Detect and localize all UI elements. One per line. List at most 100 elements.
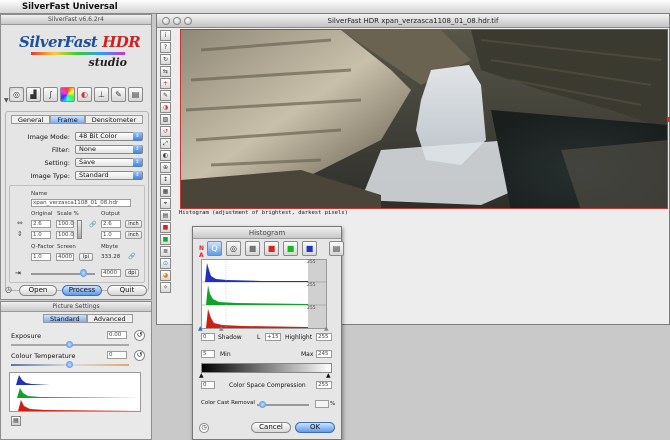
exposure-field[interactable]: 0.00 — [107, 331, 127, 339]
open-button[interactable]: Open — [19, 285, 57, 296]
csc-low-marker-icon[interactable]: ▲ — [199, 372, 204, 379]
histogram-green-channel — [202, 285, 308, 305]
csc-high-marker-icon[interactable]: ▲ — [326, 372, 331, 379]
dpi-field[interactable]: 4000 — [101, 269, 121, 277]
color-correction-icon[interactable] — [60, 87, 75, 102]
scale-width-field[interactable]: 100.0 — [56, 220, 74, 228]
dpi-unit-select[interactable]: dpi — [125, 269, 139, 277]
channel-blue-icon[interactable]: ■ — [302, 241, 317, 256]
ccr-slider-thumb[interactable] — [259, 401, 266, 408]
histogram-tool-icon[interactable]: ▟ — [26, 87, 41, 102]
original-height-field[interactable]: 1.0 — [31, 231, 51, 239]
output-width-field[interactable]: 2.6 — [101, 220, 121, 228]
ok-button[interactable]: OK — [295, 422, 335, 433]
tab-densitometer[interactable]: Densitometer — [84, 115, 144, 124]
exposure-slider-thumb[interactable] — [66, 341, 73, 348]
lock-icon[interactable]: 🔗 — [128, 253, 135, 260]
dust-icon[interactable]: ✧ — [160, 282, 171, 293]
qfactor-field[interactable]: 1.0 — [31, 253, 51, 261]
min-field[interactable]: 5 — [201, 350, 215, 358]
scale-slider[interactable] — [77, 220, 82, 239]
layers-icon[interactable]: ≣ — [160, 246, 171, 257]
max-field[interactable]: 245 — [316, 350, 332, 358]
expand-icon[interactable]: ⤢ — [160, 138, 171, 149]
densitometer-icon[interactable]: ⊕ — [160, 162, 171, 173]
flip-icon[interactable]: ⇆ — [160, 66, 171, 77]
reset-icon[interactable]: ↺ — [160, 126, 171, 137]
zoom-tool-icon[interactable]: ⊙ — [160, 258, 171, 269]
screen-field[interactable]: 4000 — [56, 253, 74, 261]
pipette-icon[interactable]: ⌖ — [160, 198, 171, 209]
midtone-icon[interactable]: ◐ — [160, 150, 171, 161]
image-type-select[interactable]: Standard ⇕ — [75, 171, 143, 180]
colour-temperature-slider-thumb[interactable] — [66, 361, 73, 368]
unit-height-select[interactable]: inch — [125, 231, 142, 239]
collapse-triangle-icon[interactable]: ▼ — [4, 97, 9, 104]
sharpen-icon[interactable]: ⊥ — [94, 87, 109, 102]
scale-height-field[interactable]: 100.0 — [56, 231, 74, 239]
name-field[interactable]: xpan_verzasca1108_01_08.hdr — [31, 199, 131, 207]
cancel-button[interactable]: Cancel — [251, 422, 291, 433]
original-width-field[interactable]: 2.6 — [31, 220, 51, 228]
grid-icon[interactable]: ▦ — [160, 186, 171, 197]
l-field[interactable]: +15 — [265, 333, 281, 341]
exposure-reset-icon[interactable]: ↺ — [134, 330, 145, 341]
tab-advanced[interactable]: Advanced — [86, 314, 133, 323]
gradation-curve-icon[interactable]: ∫ — [43, 87, 58, 102]
channel-green-icon[interactable]: ■ — [283, 241, 298, 256]
crosshair-icon[interactable]: + — [160, 78, 171, 89]
app-menu[interactable]: SilverFast Universal — [22, 0, 118, 14]
preview-image[interactable] — [180, 29, 668, 209]
print-icon[interactable]: ▤ — [160, 210, 171, 221]
histogram-auto-icon[interactable]: ◎ — [226, 241, 241, 256]
highlight-marker-icon[interactable]: ▲ — [324, 325, 329, 332]
image-mode-select[interactable]: 48 Bit Color ⇕ — [75, 132, 143, 141]
highlight-field[interactable]: 255 — [316, 333, 332, 341]
histogram-options-icon[interactable]: ▤ — [329, 241, 344, 256]
red-square-icon[interactable]: ■ — [160, 222, 171, 233]
quit-button[interactable]: Quit — [107, 285, 147, 296]
rotate-icon[interactable]: ↻ — [160, 54, 171, 65]
help-icon[interactable]: ? — [160, 42, 171, 53]
screen-label: Screen — [57, 244, 76, 250]
colour-temperature-field[interactable]: 0 — [107, 351, 127, 359]
green-square-icon[interactable]: ■ — [160, 234, 171, 245]
logo-product: HDR — [102, 33, 141, 51]
colour-temperature-reset-icon[interactable]: ↺ — [134, 350, 145, 361]
mask-icon[interactable]: ▨ — [160, 114, 171, 125]
channel-gray-icon[interactable]: ■ — [245, 241, 260, 256]
histogram-graph[interactable] — [201, 259, 327, 329]
process-button[interactable]: Process — [62, 285, 102, 296]
csc-high-field[interactable]: 255 — [316, 381, 332, 389]
setting-select[interactable]: Save ⇕ — [75, 158, 143, 167]
eyedropper-icon[interactable]: ✎ — [160, 90, 171, 101]
channel-red-icon[interactable]: ■ — [264, 241, 279, 256]
screen-unit-select[interactable]: lpi — [79, 253, 93, 261]
tab-frame[interactable]: Frame — [50, 115, 85, 124]
unit-width-select[interactable]: inch — [125, 220, 142, 228]
shadow-field[interactable]: 0 — [201, 333, 215, 341]
filter-select[interactable]: None ⇕ — [75, 145, 143, 154]
tab-standard[interactable]: Standard — [43, 314, 87, 323]
resolution-slider-thumb[interactable] — [80, 269, 87, 277]
shadow-marker-icon[interactable]: ▲ — [198, 325, 203, 332]
info-icon[interactable]: i — [160, 30, 171, 41]
csc-low-field[interactable]: 0 — [201, 381, 215, 389]
print-icon[interactable]: ▤ — [128, 87, 143, 102]
color-icon[interactable]: ◕ — [160, 270, 171, 281]
tab-general[interactable]: General — [10, 115, 51, 124]
help-icon[interactable]: ◷ — [5, 285, 12, 294]
tool-arrow-icon[interactable]: ↕ — [160, 174, 171, 185]
color-balance-icon[interactable]: ◑ — [160, 102, 171, 113]
selective-color-icon[interactable]: ◐ — [77, 87, 92, 102]
ccr-field[interactable] — [315, 400, 329, 408]
midtone-marker-icon[interactable]: ▲ — [219, 325, 224, 332]
histogram-zoom-icon[interactable]: Q — [207, 241, 222, 256]
histogram-help-icon[interactable]: ◷ — [199, 423, 209, 433]
auto-adjust-icon[interactable]: ◎ — [9, 87, 24, 102]
scale-max-middle: 255 — [307, 283, 316, 288]
picture-settings-options-icon[interactable]: ▤ — [11, 416, 21, 426]
proportion-lock-icon[interactable]: 🔗 — [89, 221, 96, 228]
dust-scratch-icon[interactable]: ✎ — [111, 87, 126, 102]
output-height-field[interactable]: 1.0 — [101, 231, 121, 239]
